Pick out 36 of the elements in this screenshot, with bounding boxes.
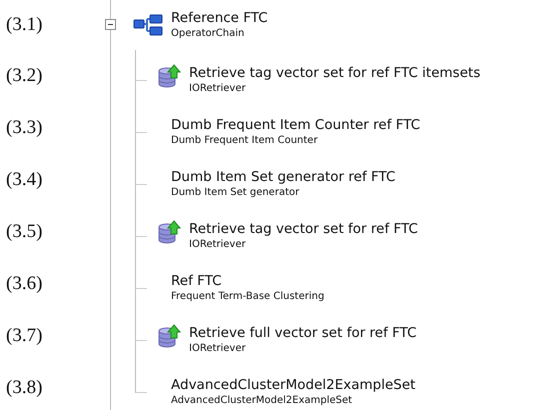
node-title: Ref FTC [171,272,223,290]
tree-connector [135,102,147,134]
node-type: OperatorChain [171,27,246,41]
node-type: AdvancedClusterModel2ExampleSet [171,394,354,408]
equation-number: (3.5) [5,221,44,243]
node-type: IORetriever [189,238,247,252]
node-type: Frequent Term-Base Clustering [171,290,324,304]
tree-connector [135,362,147,394]
node-title: Dumb Frequent Item Counter ref FTC [171,116,420,134]
node-title: Retrieve full vector set for ref FTC [189,324,417,342]
collapse-toggle[interactable] [105,19,116,30]
database-upload-icon [157,220,181,244]
node-title: Dumb Item Set generator ref FTC [171,168,396,186]
equation-number: (3.4) [5,169,44,191]
equation-number: (3.7) [5,325,44,347]
tree-connector [135,310,147,342]
database-upload-icon [157,324,181,348]
tree-connector [135,154,147,186]
node-type: IORetriever [189,342,247,356]
node-title: Retrieve tag vector set for ref FTC itemsets [189,64,480,82]
node-type: IORetriever [189,82,247,96]
equation-number: (3.3) [5,117,44,139]
equation-number: (3.2) [5,65,44,87]
node-title: Reference FTC [171,9,268,27]
tree-connector [135,206,147,238]
equation-number: (3.1) [5,14,44,36]
node-title: AdvancedClusterModel2ExampleSet [171,376,416,394]
node-type: Dumb Item Set generator [171,186,300,200]
node-title: Retrieve tag vector set for ref FTC [189,220,418,238]
equation-number: (3.8) [5,377,44,399]
tree-connector [135,258,147,290]
chain-icon [133,14,163,36]
database-upload-icon [157,64,181,88]
tree-connector [135,50,147,82]
equation-number: (3.6) [5,273,44,295]
node-type: Dumb Frequent Item Counter [171,134,319,148]
